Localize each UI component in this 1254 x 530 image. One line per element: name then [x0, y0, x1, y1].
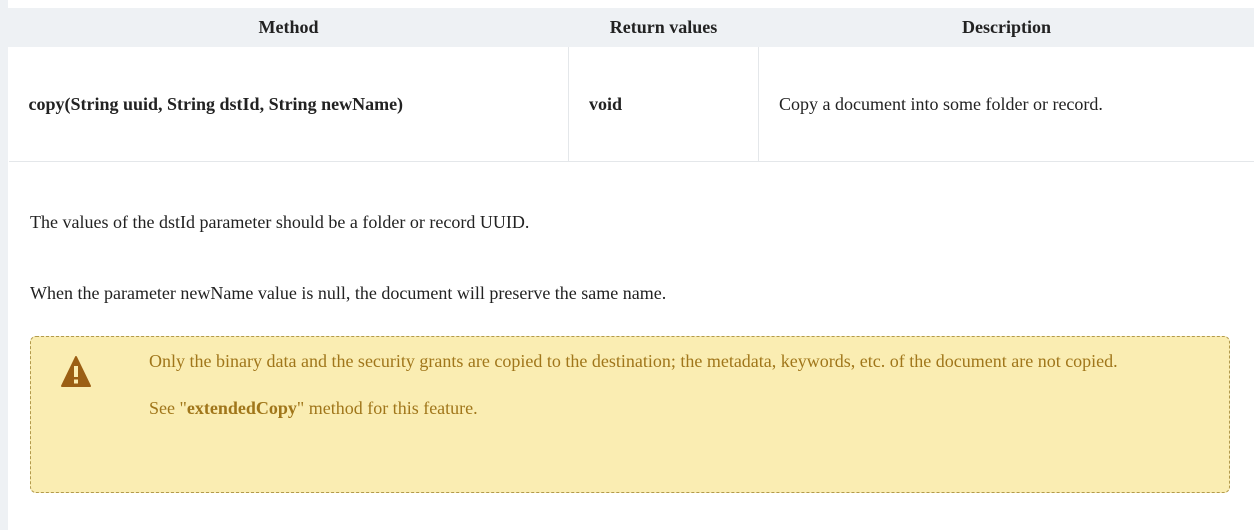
method-signature: copy(String uuid, String dstId, String n…	[8, 46, 569, 162]
warning-text: Only the binary data and the security gr…	[149, 344, 1209, 425]
left-margin-bar	[0, 0, 8, 530]
see-suffix: " method for this feature.	[296, 398, 478, 418]
table-header-row: Method Return values Description	[8, 8, 1254, 47]
return-value: void	[568, 46, 759, 162]
header-method: Method	[8, 8, 569, 47]
warning-message: Only the binary data and the security gr…	[149, 351, 1118, 371]
paragraph-newname: When the parameter newName value is null…	[30, 283, 667, 303]
paragraph-dstid: The values of the dstId parameter should…	[30, 212, 530, 232]
extended-copy-link[interactable]: extendedCopy	[187, 398, 297, 418]
document-page: Method Return values Description copy(St…	[0, 0, 1254, 530]
method-table: Method Return values Description copy(St…	[8, 8, 1254, 162]
warning-see-line: See "extendedCopy" method for this featu…	[149, 391, 1209, 425]
table-row: copy(String uuid, String dstId, String n…	[8, 46, 1254, 162]
method-description: Copy a document into some folder or reco…	[758, 46, 1254, 162]
warning-callout: Only the binary data and the security gr…	[30, 336, 1230, 493]
header-description: Description	[758, 8, 1254, 47]
see-prefix: See "	[149, 398, 187, 418]
warning-triangle-icon	[61, 356, 91, 387]
header-return-values: Return values	[568, 8, 759, 47]
